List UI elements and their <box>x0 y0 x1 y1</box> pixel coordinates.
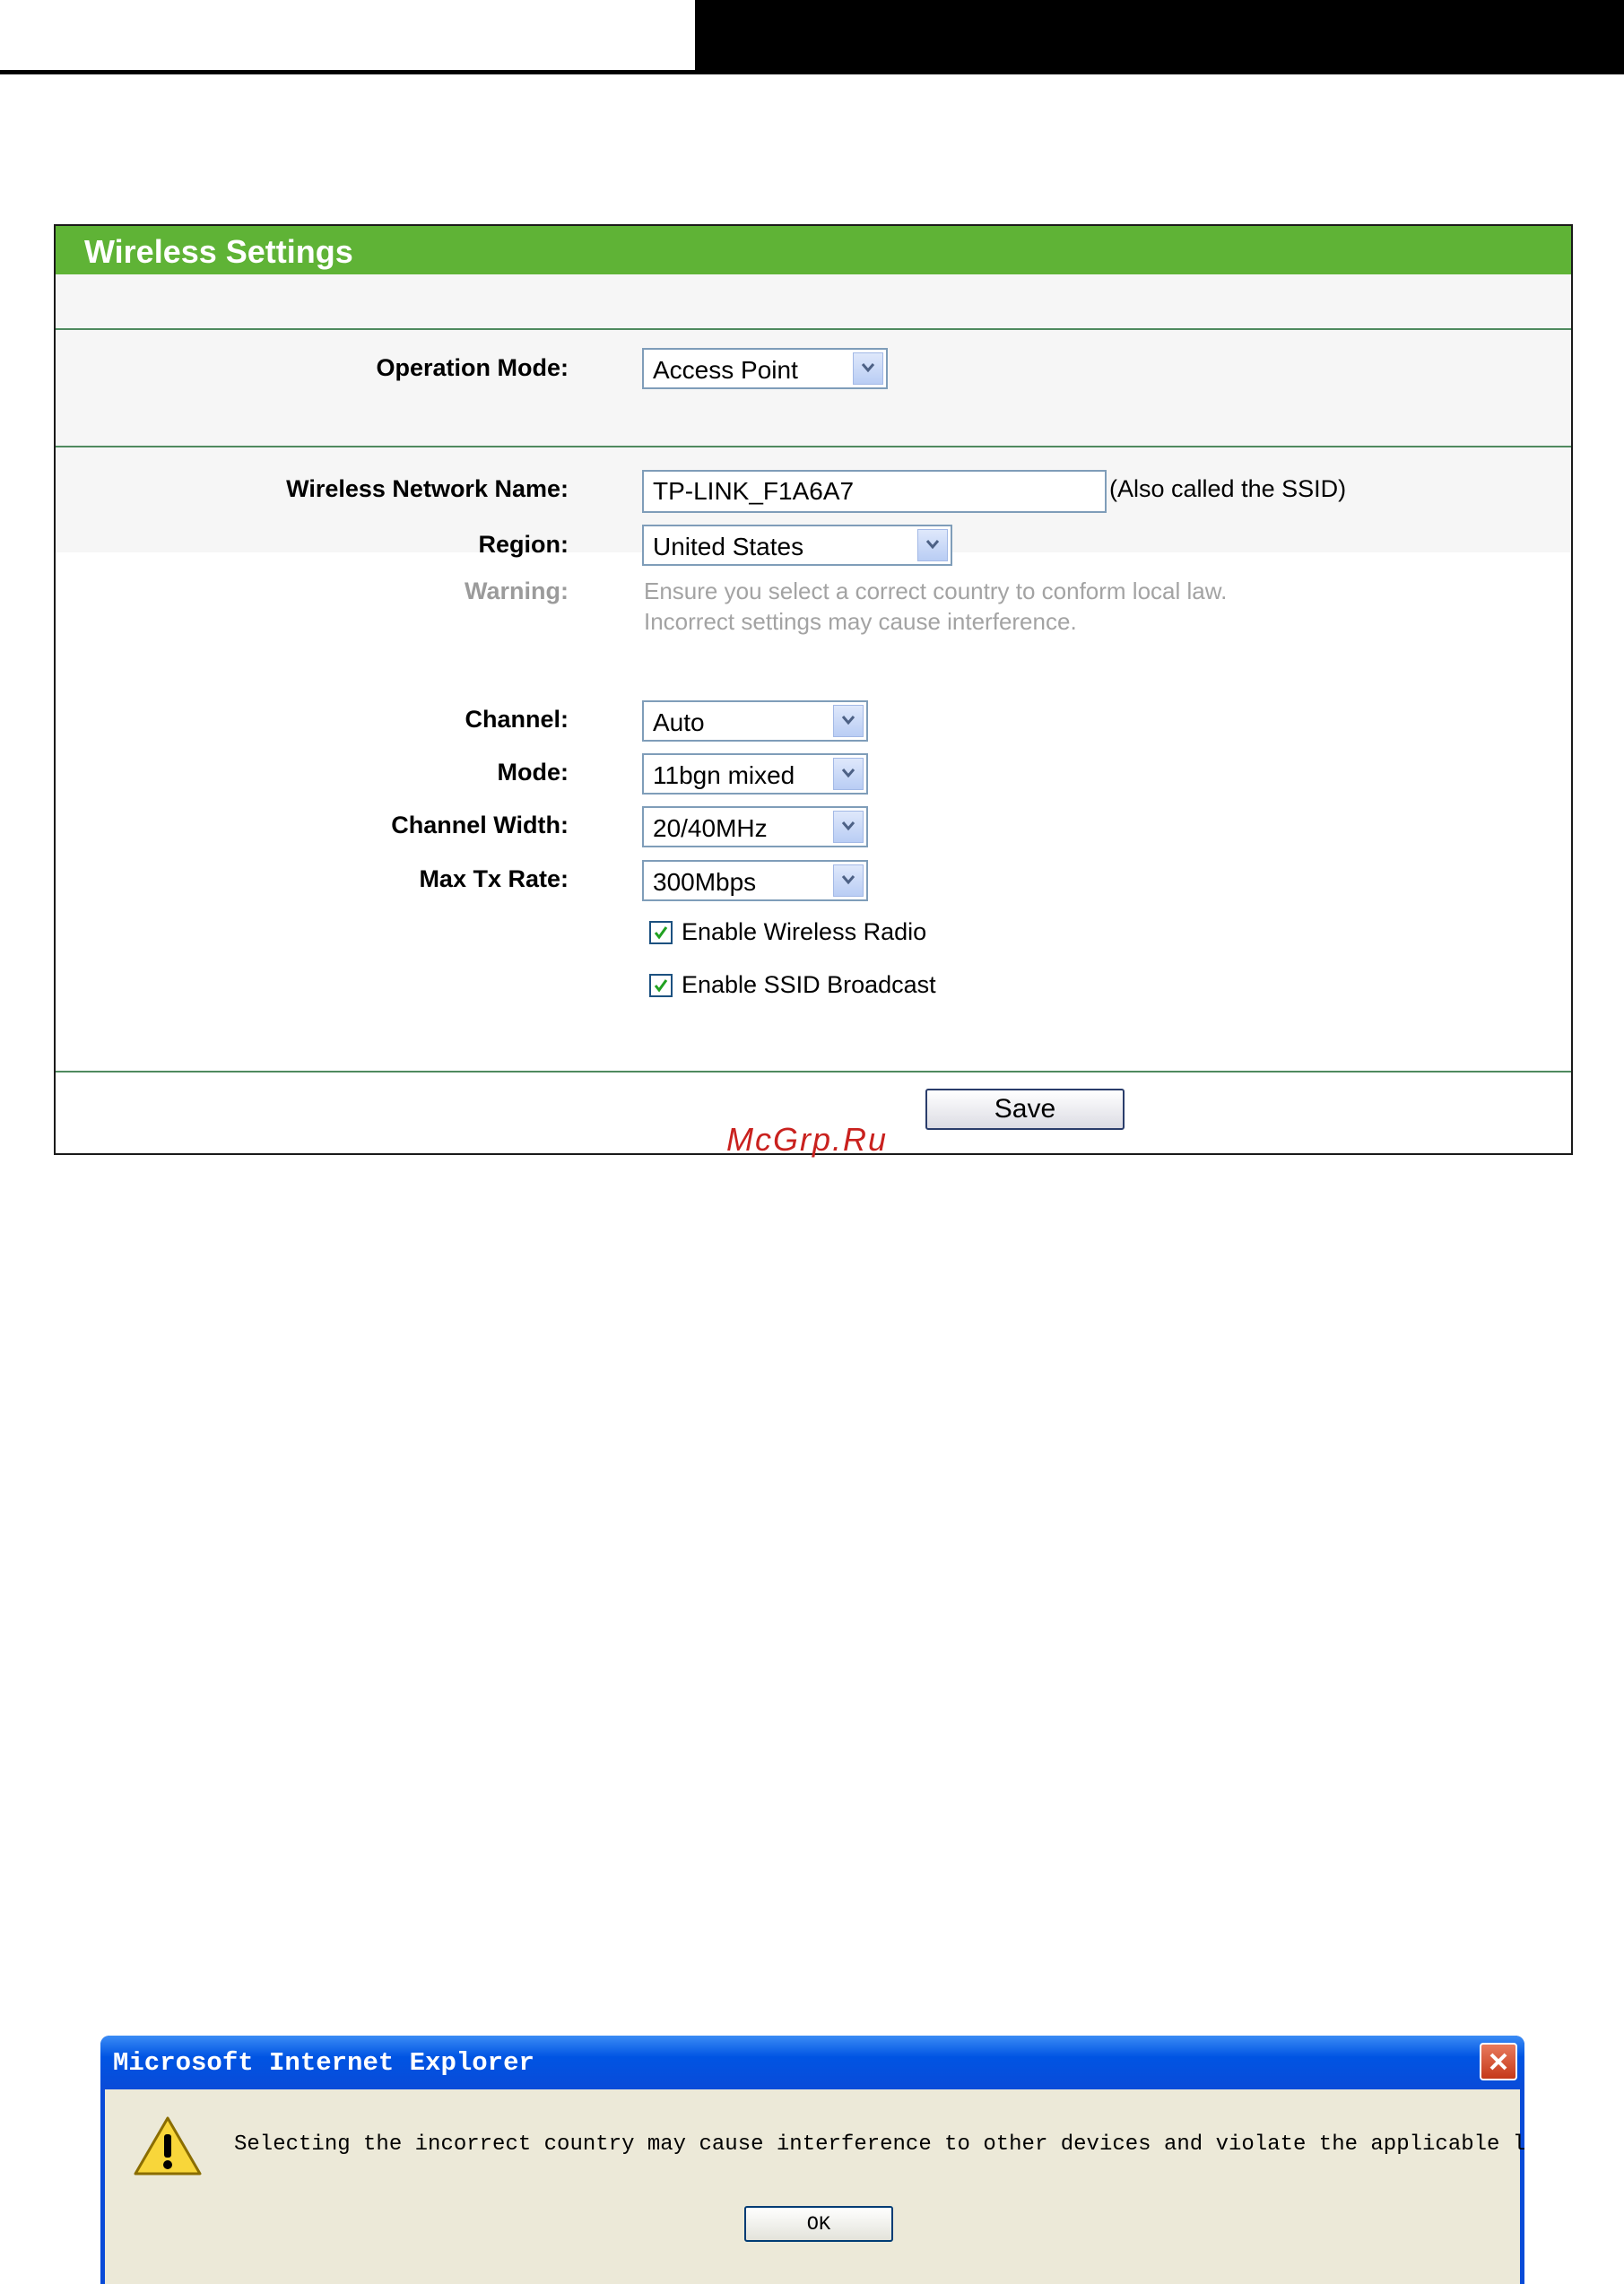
max-tx-rate-select[interactable]: 300Mbps <box>642 860 868 901</box>
channel-label: Channel: <box>465 706 569 733</box>
checkmark-icon <box>654 979 668 993</box>
ssid-label: Wireless Network Name: <box>286 475 569 502</box>
dialog-titlebar[interactable]: Microsoft Internet Explorer <box>100 2036 1524 2089</box>
ok-button[interactable]: OK <box>744 2206 893 2242</box>
region-select[interactable]: United States <box>642 525 952 566</box>
header-bar <box>695 0 1624 74</box>
panel-header: Wireless Settings <box>56 226 1571 274</box>
save-button[interactable]: Save <box>925 1089 1125 1130</box>
ie-alert-dialog: Microsoft Internet Explorer Selecting th… <box>100 2036 1524 2284</box>
dialog-title: Microsoft Internet Explorer <box>113 2048 534 2078</box>
separator <box>56 1071 1571 1073</box>
mode-value: 11bgn mixed <box>653 761 795 789</box>
region-value: United States <box>653 533 804 560</box>
chevron-down-icon[interactable] <box>917 529 948 561</box>
warning-text-line2: Incorrect settings may cause interferenc… <box>644 608 1077 635</box>
chevron-down-icon[interactable] <box>853 352 883 385</box>
separator <box>56 328 1571 330</box>
operation-mode-value: Access Point <box>653 356 798 384</box>
enable-ssid-broadcast-label: Enable SSID Broadcast <box>682 971 936 998</box>
ssid-input[interactable] <box>642 470 1107 513</box>
watermark: McGrp.Ru <box>726 1121 889 1158</box>
max-tx-rate-label: Max Tx Rate: <box>419 865 569 892</box>
checkmark-icon <box>654 926 668 940</box>
chevron-down-icon[interactable] <box>833 758 864 790</box>
mode-label: Mode: <box>497 759 569 786</box>
channel-width-label: Channel Width: <box>391 812 569 838</box>
separator <box>56 446 1571 447</box>
channel-select[interactable]: Auto <box>642 700 868 742</box>
operation-mode-label: Operation Mode: <box>376 354 569 381</box>
dialog-message: Selecting the incorrect country may caus… <box>234 2132 1524 2157</box>
close-icon <box>1489 2053 1507 2071</box>
header-rule <box>0 70 695 74</box>
operation-mode-select[interactable]: Access Point <box>642 348 888 389</box>
warning-label: Warning: <box>465 578 569 604</box>
enable-ssid-broadcast-checkbox[interactable] <box>649 974 673 997</box>
chevron-down-icon[interactable] <box>833 864 864 897</box>
enable-wireless-radio-checkbox[interactable] <box>649 921 673 944</box>
channel-width-value: 20/40MHz <box>653 814 768 842</box>
max-tx-rate-value: 300Mbps <box>653 868 757 896</box>
panel-title: Wireless Settings <box>84 233 353 270</box>
channel-value: Auto <box>653 708 705 736</box>
mode-select[interactable]: 11bgn mixed <box>642 753 868 795</box>
dialog-body: Selecting the incorrect country may caus… <box>105 2089 1524 2284</box>
chevron-down-icon[interactable] <box>833 705 864 737</box>
warning-text-line1: Ensure you select a correct country to c… <box>644 578 1228 604</box>
wireless-settings-panel: Wireless Settings Operation Mode: Access… <box>54 224 1573 1155</box>
warning-icon <box>134 2116 202 2175</box>
channel-width-select[interactable]: 20/40MHz <box>642 806 868 847</box>
region-label: Region: <box>478 531 569 558</box>
close-button[interactable] <box>1480 2043 1517 2080</box>
chevron-down-icon[interactable] <box>833 811 864 843</box>
ssid-note: (Also called the SSID) <box>1109 475 1347 502</box>
enable-wireless-radio-label: Enable Wireless Radio <box>682 918 927 945</box>
